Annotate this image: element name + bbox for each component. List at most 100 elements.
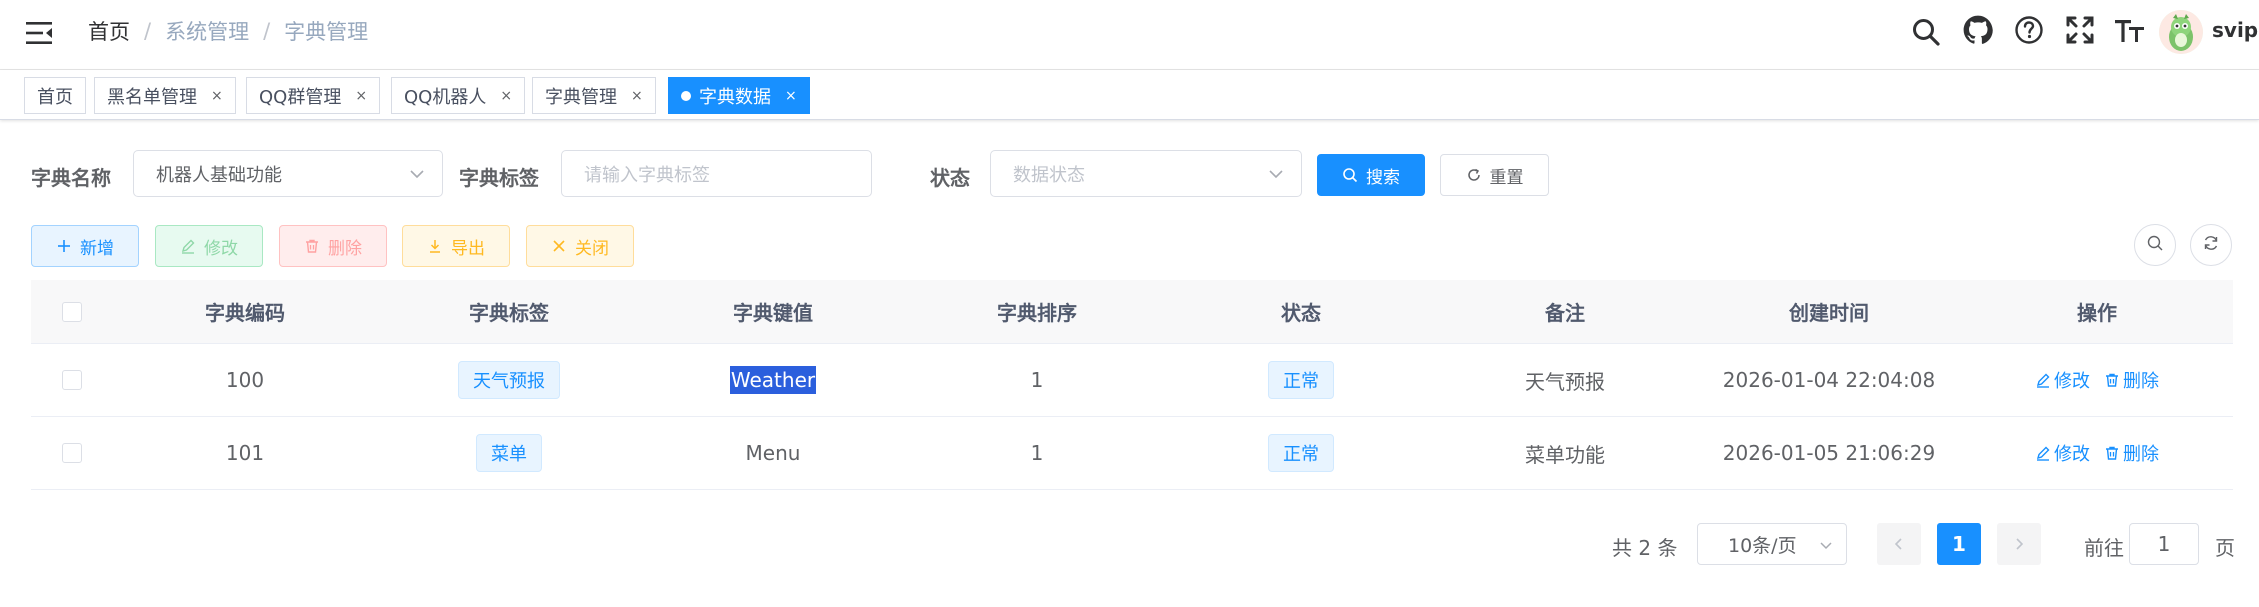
status-badge: 正常 bbox=[1268, 361, 1334, 399]
refresh-button[interactable] bbox=[2190, 224, 2232, 266]
row-delete-label: 删除 bbox=[2123, 371, 2159, 392]
goto-page-input[interactable]: 1 bbox=[2129, 523, 2199, 565]
hamburger-menu-icon[interactable] bbox=[26, 20, 54, 46]
reset-button[interactable]: 重置 bbox=[1440, 154, 1549, 196]
chevron-down-icon bbox=[1267, 165, 1285, 188]
toggle-search-button[interactable] bbox=[2134, 224, 2176, 266]
edit-icon bbox=[2036, 373, 2050, 388]
export-button[interactable]: 导出 bbox=[402, 225, 510, 267]
cell-sort: 1 bbox=[1030, 441, 1044, 465]
row-edit-label: 修改 bbox=[2054, 444, 2090, 465]
tag-dict-manage[interactable]: 字典管理 × bbox=[532, 77, 656, 114]
tag-label: 字典管理 bbox=[545, 86, 617, 108]
table-row: 100 天气预报 Weather 1 正常 天气预报 2026-01-04 22… bbox=[31, 344, 2233, 417]
selected-value-text: Weather bbox=[729, 366, 817, 394]
close-icon bbox=[551, 238, 567, 254]
edit-icon bbox=[2036, 446, 2050, 461]
reset-button-label: 重置 bbox=[1489, 167, 1524, 188]
close-button-label: 关闭 bbox=[575, 238, 609, 259]
refresh-icon bbox=[2202, 234, 2220, 256]
row-checkbox[interactable] bbox=[62, 443, 82, 463]
search-icon bbox=[1342, 167, 1358, 183]
username[interactable]: svip bbox=[2212, 18, 2258, 42]
tag-label: 首页 bbox=[37, 86, 73, 108]
close-icon[interactable]: × bbox=[631, 88, 643, 104]
page-size-select[interactable]: 10条/页 bbox=[1697, 523, 1847, 565]
row-delete-button[interactable]: 删除 bbox=[2104, 440, 2159, 466]
header-select-all bbox=[31, 280, 113, 343]
status-select[interactable]: 数据状态 bbox=[990, 150, 1302, 197]
close-icon[interactable]: × bbox=[500, 88, 512, 104]
close-button[interactable]: 关闭 bbox=[526, 225, 634, 267]
close-icon[interactable]: × bbox=[785, 88, 797, 104]
avatar[interactable] bbox=[2159, 10, 2203, 54]
edit-button[interactable]: 修改 bbox=[155, 225, 263, 267]
cell-label: 菜单 bbox=[377, 417, 641, 489]
search-button-label: 搜索 bbox=[1366, 167, 1400, 188]
dict-name-select[interactable]: 机器人基础功能 bbox=[133, 150, 443, 197]
navbar: 首页 / 系统管理 / 字典管理 svip bbox=[0, 0, 2259, 70]
cell-created: 2026-01-05 21:06:29 bbox=[1722, 441, 1936, 465]
row-delete-label: 删除 bbox=[2123, 444, 2159, 465]
chevron-down-icon bbox=[1818, 536, 1834, 558]
row-checkbox[interactable] bbox=[62, 370, 82, 390]
cell-remark: 菜单功能 bbox=[1525, 442, 1605, 467]
select-all-checkbox[interactable] bbox=[62, 301, 82, 322]
close-icon[interactable]: × bbox=[355, 88, 367, 104]
row-delete-button[interactable]: 删除 bbox=[2104, 367, 2159, 393]
delete-button-label: 删除 bbox=[328, 238, 362, 259]
row-edit-label: 修改 bbox=[2054, 371, 2090, 392]
github-icon[interactable] bbox=[1962, 14, 1994, 46]
download-icon bbox=[427, 238, 443, 254]
search-button[interactable]: 搜索 bbox=[1317, 154, 1425, 196]
edit-button-label: 修改 bbox=[204, 238, 238, 259]
next-page-button[interactable] bbox=[1997, 523, 2041, 565]
breadcrumb-separator: / bbox=[263, 19, 271, 43]
export-button-label: 导出 bbox=[451, 238, 485, 259]
breadcrumb-separator: / bbox=[144, 19, 152, 43]
tag-label: 黑名单管理 bbox=[107, 86, 197, 108]
prev-page-button[interactable] bbox=[1877, 523, 1921, 565]
chevron-left-icon bbox=[1894, 538, 1902, 550]
tags-view: 首页 黑名单管理 × QQ群管理 × QQ机器人 × 字典管理 × 字典数据 × bbox=[0, 70, 2259, 120]
dict-label-label: 字典标签 bbox=[459, 166, 539, 190]
row-edit-button[interactable]: 修改 bbox=[2035, 367, 2090, 393]
label-tag: 天气预报 bbox=[458, 361, 560, 399]
table-header: 字典编码 字典标签 字典键值 字典排序 状态 备注 创建时间 操作 bbox=[31, 280, 2233, 344]
row-select bbox=[31, 417, 113, 489]
trash-icon bbox=[2106, 373, 2118, 387]
tag-home[interactable]: 首页 bbox=[24, 77, 86, 114]
close-icon[interactable]: × bbox=[211, 88, 223, 104]
cell-value: Menu bbox=[745, 441, 801, 465]
delete-button[interactable]: 删除 bbox=[279, 225, 387, 267]
dict-label-input[interactable]: 请输入字典标签 bbox=[561, 150, 872, 197]
header-remark: 备注 bbox=[1545, 301, 1585, 325]
add-button[interactable]: 新增 bbox=[31, 225, 139, 267]
cell-sort: 1 bbox=[1030, 368, 1044, 392]
label-tag: 菜单 bbox=[476, 434, 542, 472]
dict-name-label: 字典名称 bbox=[31, 166, 111, 190]
cell-actions: 修改 删除 bbox=[1961, 417, 2233, 489]
question-icon[interactable] bbox=[2013, 14, 2045, 46]
breadcrumb-home[interactable]: 首页 bbox=[88, 16, 130, 46]
plus-icon bbox=[56, 238, 72, 254]
search-icon[interactable] bbox=[1910, 16, 1942, 48]
trash-icon bbox=[304, 238, 320, 254]
tag-qq-group[interactable]: QQ群管理 × bbox=[246, 77, 381, 114]
row-edit-button[interactable]: 修改 bbox=[2035, 440, 2090, 466]
tag-blacklist[interactable]: 黑名单管理 × bbox=[94, 77, 236, 114]
fullscreen-icon[interactable] bbox=[2064, 14, 2096, 46]
dict-label-placeholder: 请输入字典标签 bbox=[584, 164, 710, 186]
tag-qq-bot[interactable]: QQ机器人 × bbox=[391, 77, 526, 114]
add-button-label: 新增 bbox=[80, 238, 114, 259]
cell-label: 天气预报 bbox=[377, 344, 641, 416]
goto-label: 前往 bbox=[2084, 536, 2124, 560]
chevron-right-icon bbox=[2016, 538, 2024, 550]
header-code: 字典编码 bbox=[205, 301, 285, 325]
breadcrumb-dict: 字典管理 bbox=[284, 20, 369, 44]
header-actions: 操作 bbox=[2077, 301, 2117, 325]
active-dot-icon bbox=[681, 90, 691, 101]
tag-dict-data[interactable]: 字典数据 × bbox=[668, 77, 810, 114]
font-size-icon[interactable] bbox=[2114, 14, 2146, 46]
page-1-button[interactable]: 1 bbox=[1937, 523, 1981, 565]
